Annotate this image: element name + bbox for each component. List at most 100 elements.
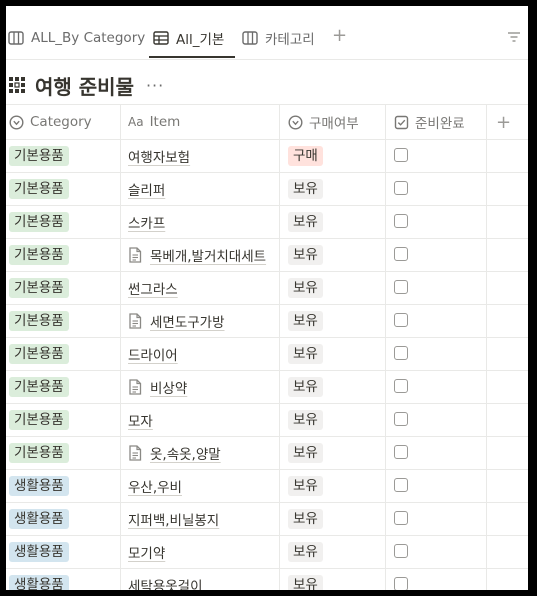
done-checkbox[interactable] <box>394 577 408 590</box>
table-row[interactable]: 생활용품 우산,우비 보유 <box>6 469 528 503</box>
active-tab-indicator <box>149 56 235 58</box>
item-name[interactable]: 비상약 <box>150 377 187 397</box>
item-cell[interactable]: 썬그라스 <box>128 271 178 304</box>
item-cell[interactable]: 지퍼백,비닐봉지 <box>128 502 219 535</box>
purchase-status-tag[interactable]: 보유 <box>288 377 323 397</box>
category-tag[interactable]: 생활용품 <box>9 509 69 529</box>
purchase-status-tag[interactable]: 보유 <box>288 575 323 590</box>
purchase-status-tag[interactable]: 보유 <box>288 245 323 265</box>
purchase-status-tag[interactable]: 보유 <box>288 542 323 562</box>
done-checkbox[interactable] <box>394 445 408 459</box>
table-row[interactable]: 기본용품 세면도구가방 보유 <box>6 304 528 338</box>
category-tag[interactable]: 기본용품 <box>9 278 69 298</box>
item-name[interactable]: 스카프 <box>128 212 165 232</box>
tab-all-basic[interactable]: All_기본 <box>153 28 224 48</box>
item-cell[interactable]: 목베개,발거치대세트 <box>128 238 266 271</box>
more-options-button[interactable]: ··· <box>146 76 164 95</box>
category-tag[interactable]: 기본용품 <box>9 179 69 199</box>
purchase-status-tag[interactable]: 구매 <box>288 146 323 166</box>
done-checkbox[interactable] <box>394 280 408 294</box>
item-name[interactable]: 옷,속옷,양말 <box>150 443 221 463</box>
table-row[interactable]: 기본용품 옷,속옷,양말 보유 <box>6 436 528 470</box>
table-row[interactable]: 생활용품 지퍼백,비닐봉지 보유 <box>6 502 528 536</box>
table-row[interactable]: 기본용품 비상약 보유 <box>6 370 528 404</box>
item-cell[interactable]: 세탁용옷걸이 <box>128 568 203 591</box>
text-icon: Aa <box>128 115 144 129</box>
category-tag[interactable]: 기본용품 <box>9 377 69 397</box>
table-row[interactable]: 기본용품 모자 보유 <box>6 403 528 437</box>
table-row[interactable]: 생활용품 세탁용옷걸이 보유 <box>6 568 528 590</box>
filter-icon[interactable] <box>507 30 521 44</box>
item-name[interactable]: 세탁용옷걸이 <box>128 575 203 591</box>
done-checkbox[interactable] <box>394 478 408 492</box>
table-row[interactable]: 기본용품 목베개,발거치대세트 보유 <box>6 238 528 272</box>
item-cell[interactable]: 세면도구가방 <box>128 304 225 337</box>
purchase-status-tag[interactable]: 보유 <box>288 212 323 232</box>
page-header: 여행 준비물 ··· <box>6 70 164 100</box>
category-tag[interactable]: 기본용품 <box>9 443 69 463</box>
tab-all-by-category[interactable]: ALL_By Category <box>8 28 145 48</box>
purchase-status-tag[interactable]: 보유 <box>288 278 323 298</box>
table-icon <box>8 31 24 45</box>
column-label: Item <box>149 114 181 130</box>
purchase-status-tag[interactable]: 보유 <box>288 443 323 463</box>
item-name[interactable]: 지퍼백,비닐봉지 <box>128 509 219 529</box>
purchase-status-tag[interactable]: 보유 <box>288 476 323 496</box>
item-cell[interactable]: 옷,속옷,양말 <box>128 436 221 469</box>
add-view-button[interactable]: + <box>332 26 347 46</box>
done-checkbox[interactable] <box>394 511 408 525</box>
item-name[interactable]: 모자 <box>128 410 153 430</box>
category-tag[interactable]: 기본용품 <box>9 311 69 331</box>
purchase-status-tag[interactable]: 보유 <box>288 344 323 364</box>
item-name[interactable]: 세면도구가방 <box>150 311 225 331</box>
item-cell[interactable]: 우산,우비 <box>128 469 182 502</box>
add-column-button[interactable]: + <box>496 105 511 139</box>
done-checkbox[interactable] <box>394 346 408 360</box>
item-name[interactable]: 썬그라스 <box>128 278 178 298</box>
category-tag[interactable]: 생활용품 <box>9 476 69 496</box>
done-checkbox[interactable] <box>394 313 408 327</box>
purchase-status-tag[interactable]: 보유 <box>288 410 323 430</box>
item-name[interactable]: 목베개,발거치대세트 <box>150 245 266 265</box>
category-tag[interactable]: 기본용품 <box>9 212 69 232</box>
purchase-status-tag[interactable]: 보유 <box>288 311 323 331</box>
item-cell[interactable]: 비상약 <box>128 370 187 403</box>
item-cell[interactable]: 모기약 <box>128 535 165 568</box>
column-header-category[interactable]: Category <box>9 105 92 139</box>
done-checkbox[interactable] <box>394 412 408 426</box>
category-tag[interactable]: 기본용품 <box>9 245 69 265</box>
category-tag[interactable]: 기본용품 <box>9 146 69 166</box>
table-row[interactable]: 기본용품 드라이어 보유 <box>6 337 528 371</box>
category-tag[interactable]: 생활용품 <box>9 542 69 562</box>
category-tag[interactable]: 기본용품 <box>9 410 69 430</box>
done-checkbox[interactable] <box>394 148 408 162</box>
done-checkbox[interactable] <box>394 544 408 558</box>
table-row[interactable]: 생활용품 모기약 보유 <box>6 535 528 569</box>
item-cell[interactable]: 드라이어 <box>128 337 178 370</box>
done-checkbox[interactable] <box>394 379 408 393</box>
done-checkbox[interactable] <box>394 214 408 228</box>
item-name[interactable]: 드라이어 <box>128 344 178 364</box>
item-name[interactable]: 우산,우비 <box>128 476 182 496</box>
done-checkbox[interactable] <box>394 181 408 195</box>
column-header-done[interactable]: 준비완료 <box>394 105 465 139</box>
item-name[interactable]: 모기약 <box>128 542 165 562</box>
tab-category[interactable]: 카테고리 <box>242 28 315 48</box>
item-cell[interactable]: 슬리퍼 <box>128 172 165 205</box>
column-header-item[interactable]: Aa Item <box>128 105 180 139</box>
column-header-purchase[interactable]: 구매여부 <box>288 105 359 139</box>
item-cell[interactable]: 모자 <box>128 403 153 436</box>
table-row[interactable]: 기본용품 썬그라스 보유 <box>6 271 528 305</box>
item-cell[interactable]: 여행자보험 <box>128 139 190 172</box>
table-row[interactable]: 기본용품 슬리퍼 보유 <box>6 172 528 206</box>
purchase-status-tag[interactable]: 보유 <box>288 509 323 529</box>
category-tag[interactable]: 생활용품 <box>9 575 69 590</box>
item-name[interactable]: 슬리퍼 <box>128 179 165 199</box>
table-row[interactable]: 기본용품 여행자보험 구매 <box>6 139 528 173</box>
table-row[interactable]: 기본용품 스카프 보유 <box>6 205 528 239</box>
item-cell[interactable]: 스카프 <box>128 205 165 238</box>
item-name[interactable]: 여행자보험 <box>128 146 190 166</box>
category-tag[interactable]: 기본용품 <box>9 344 69 364</box>
done-checkbox[interactable] <box>394 247 408 261</box>
purchase-status-tag[interactable]: 보유 <box>288 179 323 199</box>
